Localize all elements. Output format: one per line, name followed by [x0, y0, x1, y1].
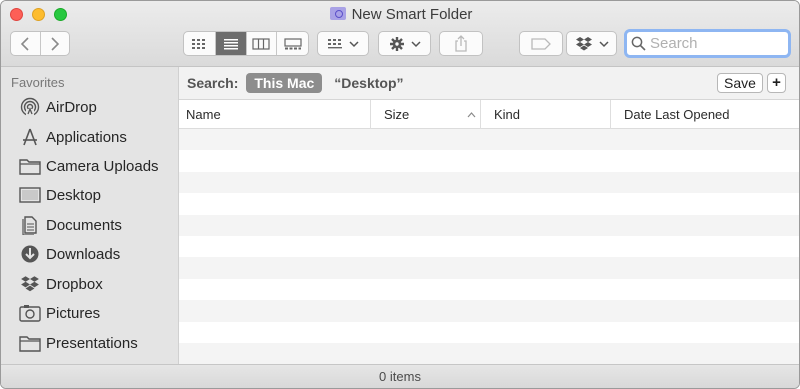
empty-row [179, 321, 799, 343]
sidebar-item-desktop[interactable]: Desktop [19, 183, 101, 207]
view-mode-group [183, 31, 309, 56]
window-title: New Smart Folder [1, 5, 799, 25]
sidebar-item-label: Presentations [46, 334, 138, 352]
table-header: Name Size Kind Date Last Opened [179, 100, 799, 129]
empty-row [179, 342, 799, 365]
sidebar-item-label: AirDrop [46, 98, 97, 116]
chevron-left-icon [21, 36, 29, 51]
column-header-name[interactable]: Name [179, 100, 371, 129]
column-header-label: Size [384, 107, 410, 122]
dropbox-icon [575, 36, 592, 50]
sidebar-item-label: Desktop [46, 186, 102, 204]
sidebar-item-applications[interactable]: Applications [19, 125, 127, 149]
back-button[interactable] [11, 32, 41, 55]
share-button[interactable] [439, 31, 483, 56]
sidebar-heading-favorites: Favorites [11, 75, 65, 90]
column-header-label: Name [186, 107, 221, 122]
empty-row [179, 257, 799, 279]
search-input[interactable] [650, 35, 780, 52]
search-scope-bar: Search: This Mac “Desktop” Save + [179, 67, 799, 100]
group-icon [328, 38, 342, 48]
list-view-icon [223, 38, 238, 49]
empty-row [179, 300, 799, 322]
search-field[interactable] [624, 29, 791, 58]
sidebar-item-camera-uploads[interactable]: Camera Uploads [19, 154, 159, 178]
empty-row [179, 235, 799, 258]
airdrop-icon [19, 97, 41, 117]
sidebar-item-dropbox[interactable]: Dropbox [19, 272, 103, 296]
desktop-icon [19, 185, 41, 205]
column-header-label: Kind [494, 107, 521, 122]
column-header-label: Date Last Opened [624, 107, 730, 122]
empty-row [179, 278, 799, 301]
action-button[interactable] [378, 31, 431, 56]
search-scope-label: Search: [187, 75, 239, 91]
sidebar-item-documents[interactable]: Documents [19, 213, 122, 237]
sidebar-item-downloads[interactable]: Downloads [19, 242, 120, 266]
sidebar-item-label: Applications [46, 128, 127, 146]
scope-this-mac-button[interactable]: This Mac [246, 73, 323, 93]
empty-row [179, 193, 799, 215]
column-header-date-last-opened[interactable]: Date Last Opened [611, 100, 799, 129]
folder-icon [19, 333, 41, 353]
empty-row [179, 150, 799, 172]
window-title-text: New Smart Folder [351, 6, 473, 23]
folder-icon [19, 156, 41, 176]
finder-window: New Smart Folder Search Favorites AirDro… [0, 0, 800, 389]
group-by-button[interactable] [317, 31, 369, 56]
column-view-icon [252, 37, 270, 50]
tag-icon [531, 37, 551, 50]
chevron-down-icon [349, 40, 359, 47]
dropbox-icon [19, 274, 41, 294]
scope-desktop-button[interactable]: “Desktop” [334, 75, 403, 91]
sidebar-item-pictures[interactable]: Pictures [19, 301, 100, 325]
column-header-kind[interactable]: Kind [481, 100, 611, 129]
documents-icon [19, 215, 41, 235]
item-count: 0 items [379, 369, 421, 384]
add-criteria-button[interactable]: + [767, 73, 786, 93]
gear-icon [389, 36, 404, 51]
empty-row [179, 214, 799, 236]
share-icon [455, 35, 467, 52]
forward-button[interactable] [41, 32, 70, 55]
chevron-down-icon [410, 40, 421, 47]
smart-folder-icon [329, 7, 346, 20]
applications-icon [19, 127, 41, 147]
column-header-size[interactable]: Size [371, 100, 481, 129]
sidebar-item-label: Camera Uploads [46, 157, 159, 175]
search-icon [631, 36, 646, 51]
empty-row [179, 171, 799, 194]
sidebar-item-label: Documents [46, 216, 122, 234]
tags-button[interactable] [519, 31, 563, 56]
pictures-icon [19, 303, 41, 323]
downloads-icon [19, 244, 41, 264]
empty-row [179, 129, 799, 151]
sort-ascending-icon [467, 112, 476, 118]
column-view-button[interactable] [247, 32, 278, 55]
chevron-down-icon [598, 40, 609, 47]
sidebar-item-label: Pictures [46, 304, 101, 322]
file-list[interactable] [179, 129, 799, 365]
sidebar-item-presentations[interactable]: Presentations [19, 331, 138, 355]
toolbar: New Smart Folder [1, 1, 799, 67]
sidebar-item-label: Dropbox [46, 275, 103, 293]
list-view-button[interactable] [215, 32, 247, 55]
save-search-button[interactable]: Save [717, 73, 763, 93]
gallery-view-button[interactable] [277, 32, 308, 55]
sidebar-item-airdrop[interactable]: AirDrop [19, 95, 97, 119]
back-forward-group [10, 31, 70, 56]
icon-view-button[interactable] [184, 32, 216, 55]
gallery-view-icon [284, 37, 302, 49]
icon-view-icon [192, 38, 206, 49]
sidebar: Favorites AirDrop Applications Camera Up… [1, 67, 179, 364]
chevron-right-icon [51, 36, 59, 51]
dropbox-menu-button[interactable] [566, 31, 617, 56]
status-bar: 0 items [1, 364, 799, 388]
sidebar-item-label: Downloads [46, 245, 121, 263]
